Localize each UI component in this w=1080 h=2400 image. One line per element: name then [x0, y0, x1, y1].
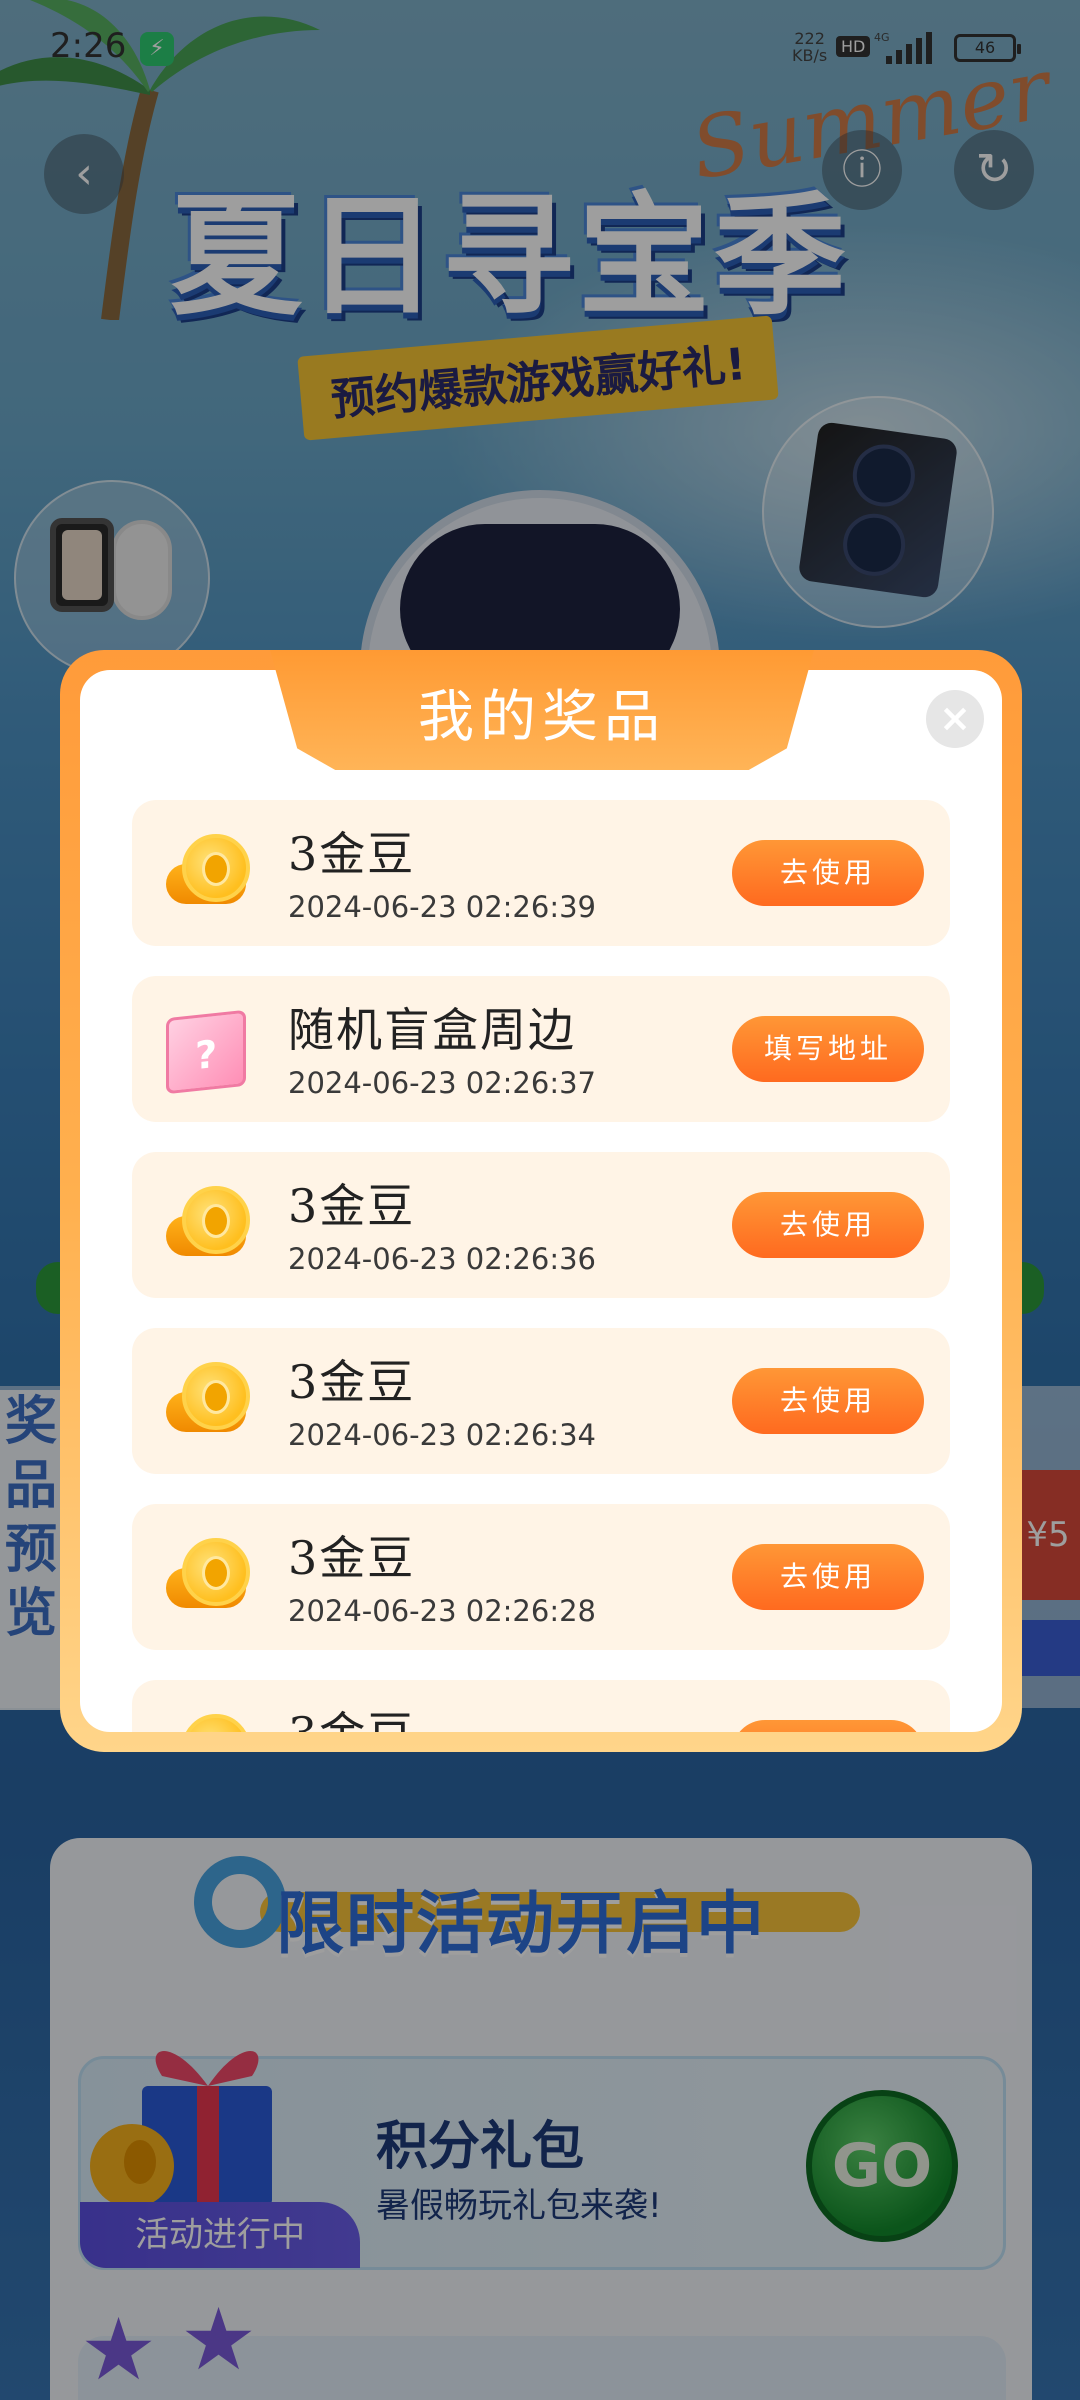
gold-bean-icon	[166, 1186, 250, 1270]
gold-bean-icon	[166, 1362, 250, 1446]
prize-name: 3金豆	[288, 1179, 416, 1233]
prize-row: 3金豆 2024-06-23 02:26:39 去使用	[132, 800, 950, 946]
use-prize-button[interactable]	[732, 1720, 924, 1732]
prize-name: 3金豆	[288, 1698, 415, 1732]
prize-time: 2024-06-23 02:26:39	[288, 890, 596, 924]
mystery-box-icon: ?	[166, 1009, 250, 1095]
prize-time: 2024-06-23 02:26:37	[288, 1066, 596, 1100]
prize-name: 3金豆	[288, 1531, 416, 1585]
prize-row: ? 随机盲盒周边 2024-06-23 02:26:37 填写地址	[132, 976, 950, 1122]
use-prize-button[interactable]: 去使用	[732, 1368, 924, 1434]
prize-row: 3金豆 2024-06-23 02:26:28 去使用	[132, 1504, 950, 1650]
prize-time: 2024-06-23 02:26:28	[288, 1594, 596, 1628]
use-prize-button[interactable]: 去使用	[732, 1192, 924, 1258]
prize-name: 3金豆	[288, 827, 416, 881]
use-prize-button[interactable]: 去使用	[732, 840, 924, 906]
prize-row: 3金豆 2024-06-23 02:26:36 去使用	[132, 1152, 950, 1298]
prize-list[interactable]: 3金豆 2024-06-23 02:26:39 去使用 ? 随机盲盒周边 202…	[80, 670, 1002, 1732]
fill-address-button[interactable]: 填写地址	[732, 1016, 924, 1082]
prize-row: 3金豆 2024-06-23 02:26:34 去使用	[132, 1328, 950, 1474]
use-prize-button[interactable]: 去使用	[732, 1544, 924, 1610]
gold-bean-icon	[166, 1538, 250, 1622]
prize-name: 随机盲盒周边	[288, 1003, 576, 1057]
gold-bean-icon	[166, 834, 250, 918]
prize-time: 2024-06-23 02:26:34	[288, 1418, 596, 1452]
prize-row: 3金豆	[132, 1680, 950, 1732]
prize-time: 2024-06-23 02:26:36	[288, 1242, 596, 1276]
prize-name: 3金豆	[288, 1355, 416, 1409]
gold-bean-icon	[166, 1714, 250, 1732]
